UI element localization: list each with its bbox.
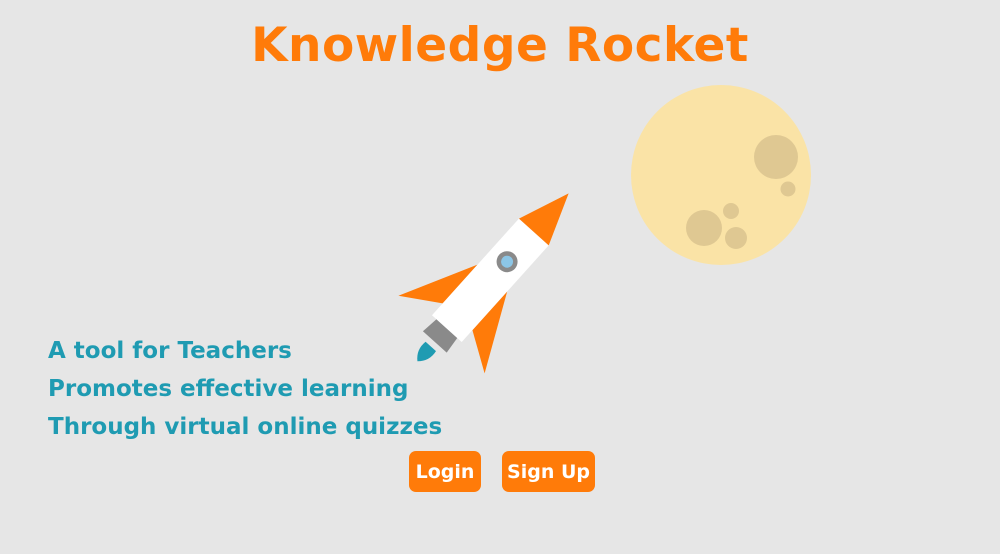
signup-button[interactable]: Sign Up — [502, 451, 595, 492]
login-button[interactable]: Login — [409, 451, 481, 492]
tagline-item: Promotes effective learning — [48, 376, 409, 402]
tagline-list: A tool for Teachers Promotes effective l… — [48, 334, 442, 448]
tagline-item: A tool for Teachers — [48, 338, 292, 364]
tagline-item: Through virtual online quizzes — [48, 414, 443, 440]
hero-illustration — [398, 85, 811, 374]
moon-icon — [631, 85, 811, 265]
